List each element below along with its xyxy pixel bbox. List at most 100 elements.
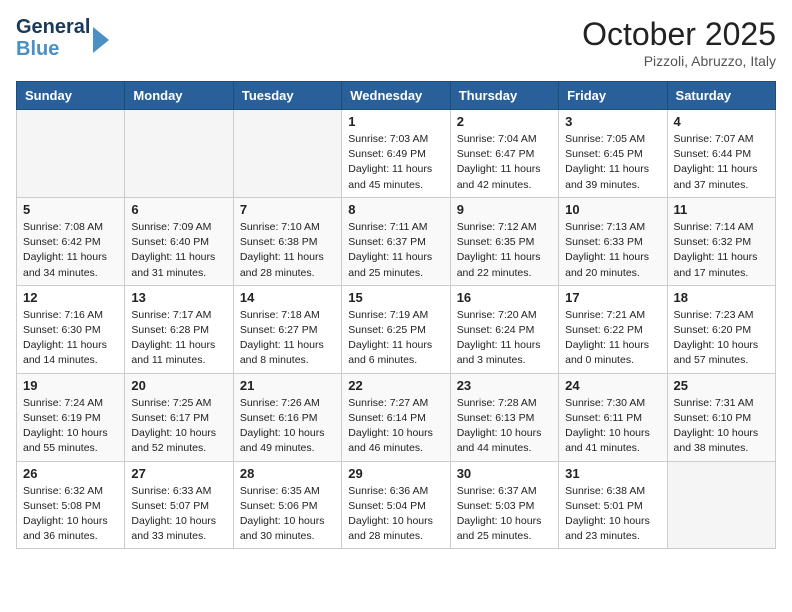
day-info: Sunrise: 7:03 AM Sunset: 6:49 PM Dayligh… — [348, 132, 443, 193]
day-number: 10 — [565, 202, 660, 217]
logo-icon: General Blue — [16, 16, 109, 60]
day-info: Sunrise: 7:04 AM Sunset: 6:47 PM Dayligh… — [457, 132, 552, 193]
calendar-cell: 12 Sunrise: 7:16 AM Sunset: 6:30 PM Dayli… — [17, 285, 125, 373]
calendar-cell: 14 Sunrise: 7:18 AM Sunset: 6:27 PM Dayli… — [233, 285, 341, 373]
location-subtitle: Pizzoli, Abruzzo, Italy — [582, 53, 776, 69]
calendar-cell — [17, 110, 125, 198]
day-info: Sunrise: 7:30 AM Sunset: 6:11 PM Dayligh… — [565, 396, 660, 457]
day-number: 27 — [131, 466, 226, 481]
day-info: Sunrise: 7:24 AM Sunset: 6:19 PM Dayligh… — [23, 396, 118, 457]
day-number: 8 — [348, 202, 443, 217]
day-number: 12 — [23, 290, 118, 305]
calendar-table: SundayMondayTuesdayWednesdayThursdayFrid… — [16, 81, 776, 549]
month-title: October 2025 — [582, 16, 776, 53]
day-number: 30 — [457, 466, 552, 481]
calendar-cell: 9 Sunrise: 7:12 AM Sunset: 6:35 PM Daylig… — [450, 197, 558, 285]
day-number: 9 — [457, 202, 552, 217]
weekday-header-tuesday: Tuesday — [233, 82, 341, 110]
day-info: Sunrise: 6:32 AM Sunset: 5:08 PM Dayligh… — [23, 484, 118, 545]
day-info: Sunrise: 7:05 AM Sunset: 6:45 PM Dayligh… — [565, 132, 660, 193]
logo: General Blue — [16, 16, 109, 60]
week-row-5: 26 Sunrise: 6:32 AM Sunset: 5:08 PM Dayli… — [17, 461, 776, 549]
weekday-header-friday: Friday — [559, 82, 667, 110]
calendar-cell: 8 Sunrise: 7:11 AM Sunset: 6:37 PM Daylig… — [342, 197, 450, 285]
day-info: Sunrise: 6:33 AM Sunset: 5:07 PM Dayligh… — [131, 484, 226, 545]
page-header: General Blue October 2025 Pizzoli, Abruz… — [16, 16, 776, 69]
weekday-header-saturday: Saturday — [667, 82, 775, 110]
day-number: 29 — [348, 466, 443, 481]
day-number: 24 — [565, 378, 660, 393]
calendar-cell: 6Sunrise: 7:09 AM Sunset: 6:40 PM Daylig… — [125, 197, 233, 285]
week-row-1: 1 Sunrise: 7:03 AM Sunset: 6:49 PM Daylig… — [17, 110, 776, 198]
day-number: 7 — [240, 202, 335, 217]
day-number: 14 — [240, 290, 335, 305]
calendar-cell: 17 Sunrise: 7:21 AM Sunset: 6:22 PM Dayli… — [559, 285, 667, 373]
day-number: 19 — [23, 378, 118, 393]
day-info: Sunrise: 7:07 AM Sunset: 6:44 PM Dayligh… — [674, 132, 769, 193]
calendar-cell: 23 Sunrise: 7:28 AM Sunset: 6:13 PM Dayli… — [450, 373, 558, 461]
day-info: Sunrise: 7:21 AM Sunset: 6:22 PM Dayligh… — [565, 308, 660, 369]
calendar-cell: 15Sunrise: 7:19 AM Sunset: 6:25 PM Dayli… — [342, 285, 450, 373]
calendar-cell: 20 Sunrise: 7:25 AM Sunset: 6:17 PM Dayli… — [125, 373, 233, 461]
day-number: 26 — [23, 466, 118, 481]
day-info: Sunrise: 7:25 AM Sunset: 6:17 PM Dayligh… — [131, 396, 226, 457]
calendar-cell: 1 Sunrise: 7:03 AM Sunset: 6:49 PM Daylig… — [342, 110, 450, 198]
calendar-cell: 27 Sunrise: 6:33 AM Sunset: 5:07 PM Dayli… — [125, 461, 233, 549]
day-info: Sunrise: 6:36 AM Sunset: 5:04 PM Dayligh… — [348, 484, 443, 545]
day-number: 25 — [674, 378, 769, 393]
calendar-cell: 4 Sunrise: 7:07 AM Sunset: 6:44 PM Daylig… — [667, 110, 775, 198]
day-number: 20 — [131, 378, 226, 393]
day-info: Sunrise: 6:35 AM Sunset: 5:06 PM Dayligh… — [240, 484, 335, 545]
logo-line1: General — [16, 16, 90, 38]
day-info: Sunrise: 7:08 AM Sunset: 6:42 PM Dayligh… — [23, 220, 118, 281]
day-info: Sunrise: 6:37 AM Sunset: 5:03 PM Dayligh… — [457, 484, 552, 545]
day-info: Sunrise: 6:38 AM Sunset: 5:01 PM Dayligh… — [565, 484, 660, 545]
logo-arrow — [93, 27, 109, 53]
calendar-cell: 22 Sunrise: 7:27 AM Sunset: 6:14 PM Dayli… — [342, 373, 450, 461]
day-number: 5 — [23, 202, 118, 217]
day-number: 13 — [131, 290, 226, 305]
day-number: 17 — [565, 290, 660, 305]
day-number: 6 — [131, 202, 226, 217]
calendar-cell: 21Sunrise: 7:26 AM Sunset: 6:16 PM Dayli… — [233, 373, 341, 461]
day-number: 4 — [674, 114, 769, 129]
calendar-cell: 16 Sunrise: 7:20 AM Sunset: 6:24 PM Dayli… — [450, 285, 558, 373]
weekday-header-sunday: Sunday — [17, 82, 125, 110]
title-block: October 2025 Pizzoli, Abruzzo, Italy — [582, 16, 776, 69]
calendar-cell — [125, 110, 233, 198]
day-info: Sunrise: 7:16 AM Sunset: 6:30 PM Dayligh… — [23, 308, 118, 369]
day-number: 21 — [240, 378, 335, 393]
calendar-cell: 31Sunrise: 6:38 AM Sunset: 5:01 PM Dayli… — [559, 461, 667, 549]
calendar-cell: 25 Sunrise: 7:31 AM Sunset: 6:10 PM Dayli… — [667, 373, 775, 461]
calendar-cell — [667, 461, 775, 549]
day-info: Sunrise: 7:18 AM Sunset: 6:27 PM Dayligh… — [240, 308, 335, 369]
weekday-header-thursday: Thursday — [450, 82, 558, 110]
calendar-cell: 19 Sunrise: 7:24 AM Sunset: 6:19 PM Dayli… — [17, 373, 125, 461]
week-row-4: 19 Sunrise: 7:24 AM Sunset: 6:19 PM Dayli… — [17, 373, 776, 461]
day-number: 15 — [348, 290, 443, 305]
day-number: 28 — [240, 466, 335, 481]
day-number: 16 — [457, 290, 552, 305]
calendar-cell — [233, 110, 341, 198]
day-info: Sunrise: 7:11 AM Sunset: 6:37 PM Dayligh… — [348, 220, 443, 281]
day-number: 22 — [348, 378, 443, 393]
week-row-2: 5 Sunrise: 7:08 AM Sunset: 6:42 PM Daylig… — [17, 197, 776, 285]
day-number: 1 — [348, 114, 443, 129]
day-number: 2 — [457, 114, 552, 129]
calendar-cell: 5 Sunrise: 7:08 AM Sunset: 6:42 PM Daylig… — [17, 197, 125, 285]
calendar-cell: 24 Sunrise: 7:30 AM Sunset: 6:11 PM Dayli… — [559, 373, 667, 461]
day-number: 18 — [674, 290, 769, 305]
calendar-cell: 11Sunrise: 7:14 AM Sunset: 6:32 PM Dayli… — [667, 197, 775, 285]
day-number: 11 — [674, 202, 769, 217]
calendar-cell: 13 Sunrise: 7:17 AM Sunset: 6:28 PM Dayli… — [125, 285, 233, 373]
day-info: Sunrise: 7:12 AM Sunset: 6:35 PM Dayligh… — [457, 220, 552, 281]
day-info: Sunrise: 7:31 AM Sunset: 6:10 PM Dayligh… — [674, 396, 769, 457]
day-info: Sunrise: 7:27 AM Sunset: 6:14 PM Dayligh… — [348, 396, 443, 457]
day-info: Sunrise: 7:28 AM Sunset: 6:13 PM Dayligh… — [457, 396, 552, 457]
day-info: Sunrise: 7:20 AM Sunset: 6:24 PM Dayligh… — [457, 308, 552, 369]
calendar-cell: 18Sunrise: 7:23 AM Sunset: 6:20 PM Dayli… — [667, 285, 775, 373]
calendar-cell: 3Sunrise: 7:05 AM Sunset: 6:45 PM Daylig… — [559, 110, 667, 198]
day-info: Sunrise: 7:17 AM Sunset: 6:28 PM Dayligh… — [131, 308, 226, 369]
day-number: 23 — [457, 378, 552, 393]
day-info: Sunrise: 7:13 AM Sunset: 6:33 PM Dayligh… — [565, 220, 660, 281]
